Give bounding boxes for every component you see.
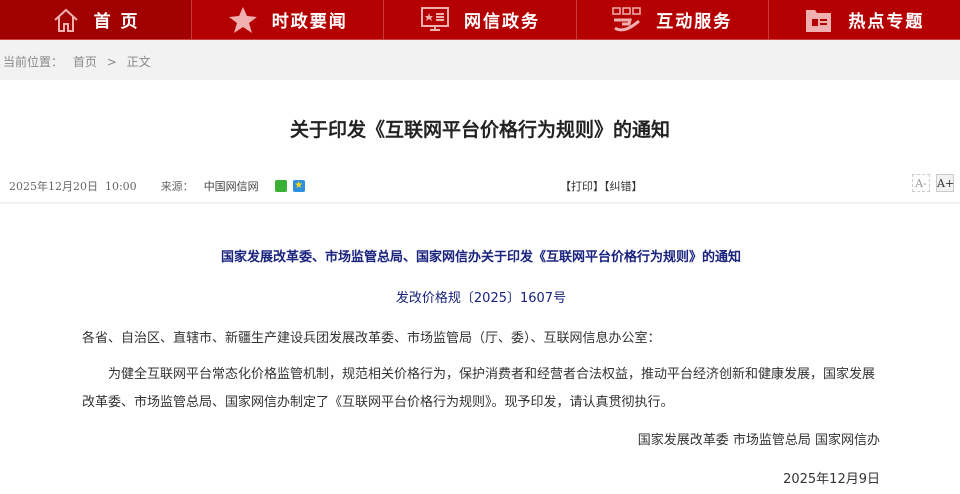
article-body: 国家发展改革委、市场监管总局、国家网信办关于印发《互联网平台价格行为规则》的通知… [0, 244, 960, 494]
nav-topics[interactable]: 热点专题 [769, 0, 960, 39]
addressee: 各省、自治区、直辖市、新疆生产建设兵团发展改革委、市场监管局（厅、委）、互联网信… [82, 331, 661, 346]
nav-home[interactable]: 首 页 [0, 0, 193, 39]
nav-gov[interactable]: 网信政务 [384, 0, 577, 39]
article-meta: 2025年12月20日 10:00 来源： 中国网信网 ★ 【打印】【纠错】 A… [0, 174, 960, 204]
nav-label: 热点专题 [848, 12, 925, 32]
wechat-share-icon[interactable] [274, 180, 287, 192]
document-number: 发改价格规〔2025〕1607号 [395, 291, 567, 306]
monitor-icon [421, 6, 449, 31]
breadcrumb-current: 正文 [126, 55, 151, 69]
favorite-share-icon[interactable]: ★ [292, 180, 305, 192]
hand-icon [612, 6, 641, 31]
print-button[interactable]: 【打印】 [560, 180, 604, 193]
publish-date: 2025年12月20日 10:00 [9, 180, 137, 193]
article-heading: 国家发展改革委、市场监管总局、国家网信办关于印发《互联网平台价格行为规则》的通知 [220, 250, 741, 265]
breadcrumb-prefix: 当前位置： [3, 55, 64, 69]
home-icon [53, 8, 78, 32]
signature: 国家发展改革委 市场监管总局 国家网信办 [637, 433, 880, 448]
breadcrumb-separator: > [106, 55, 117, 69]
font-larger-button[interactable]: A+ [936, 174, 954, 192]
breadcrumb: 当前位置： 首页 > 正文 [0, 40, 960, 80]
nav-service[interactable]: 互动服务 [577, 0, 769, 39]
main-nav: 首 页 时政要闻 网信政务 互动服务 热点专题 [0, 0, 960, 40]
body-paragraph: 为健全互联网平台常态化价格监管机制，规范相关价格行为，保护消费者和经营者合法权益… [82, 367, 876, 410]
breadcrumb-home[interactable]: 首页 [73, 55, 97, 69]
correct-button[interactable]: 【纠错】 [604, 180, 643, 193]
source-label: 来源： [160, 180, 194, 193]
font-smaller-button[interactable]: A- [912, 174, 930, 192]
nav-label: 首 页 [93, 12, 140, 32]
source-value: 中国网信网 [203, 180, 259, 193]
page-title: 关于印发《互联网平台价格行为规则》的通知 [289, 119, 670, 141]
folder-icon [806, 9, 832, 32]
nav-label: 时政要闻 [271, 12, 348, 32]
star-icon [228, 6, 257, 33]
sign-date: 2025年12月9日 [783, 472, 880, 487]
nav-label: 互动服务 [656, 12, 733, 32]
nav-news[interactable]: 时政要闻 [192, 0, 385, 39]
nav-label: 网信政务 [464, 12, 540, 32]
